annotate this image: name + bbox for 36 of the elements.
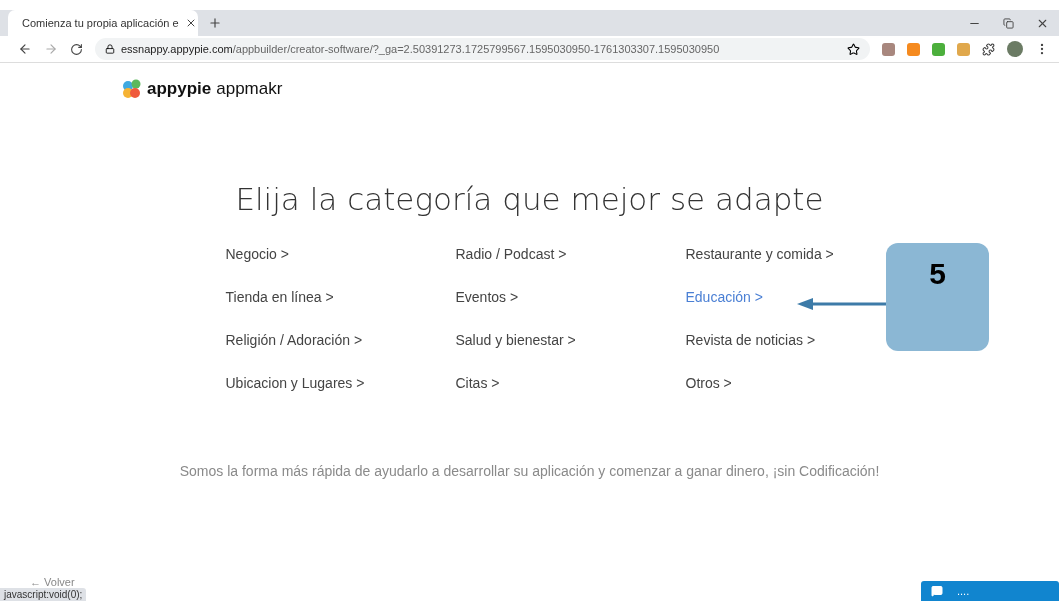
category-link[interactable]: Radio / Podcast > <box>455 243 567 266</box>
star-icon[interactable] <box>847 42 860 56</box>
category-link[interactable]: Religión / Adoración > <box>225 329 363 352</box>
chat-icon <box>931 585 943 597</box>
logo-icon <box>122 79 142 99</box>
category-link[interactable]: Salud y bienestar > <box>455 329 576 352</box>
extension-icon[interactable] <box>932 42 945 56</box>
category-link[interactable]: Otros > <box>685 372 732 395</box>
extension-icon[interactable] <box>882 42 895 56</box>
page-heading: Elija la categoría que mejor se adapte <box>235 181 824 217</box>
category-link[interactable]: Eventos > <box>455 286 519 309</box>
category-link[interactable]: Tienda en línea > <box>225 286 334 309</box>
category-link[interactable]: Revista de noticias > <box>685 329 816 352</box>
tab-title: Comienza tu propia aplicación e <box>22 17 179 29</box>
puzzle-icon[interactable] <box>982 42 995 56</box>
new-tab-icon[interactable] <box>208 16 222 30</box>
back-link[interactable]: ← Volver <box>30 576 75 588</box>
tagline: Somos la forma más rápida de ayudarlo a desarrollar su aplicación y comenzar a ganar dinero, ¡sin Codificación! <box>179 463 880 479</box>
category-link[interactable]: Citas > <box>455 372 500 395</box>
category-link[interactable]: Ubicacion y Lugares > <box>225 372 365 395</box>
browser-tab[interactable]: Comienza tu propia aplicación e <box>8 10 198 36</box>
address-bar[interactable]: essnappy.appypie.com/appbuilder/creator-software/?_ga=2.50391273.1725799567.1595030950-1761303307.1595030950 <box>95 38 870 60</box>
restore-icon[interactable] <box>1003 16 1014 30</box>
category-link[interactable]: Restaurante y comida > <box>685 243 834 266</box>
lock-icon <box>105 44 115 54</box>
category-link[interactable]: Educación > <box>685 286 763 309</box>
chat-button[interactable]: .... <box>921 581 1059 601</box>
category-link[interactable]: Negocio > <box>225 243 289 266</box>
brand-name: appypie <box>147 79 212 99</box>
product-name: appmakr <box>216 79 283 99</box>
avatar[interactable] <box>1007 41 1023 57</box>
status-url: javascript:void(0); <box>0 588 87 601</box>
step-callout: 5 <box>886 243 989 351</box>
url-text: essnappy.appypie.com/appbuilder/creator-software/?_ga=2.50391273.1725799567.1595030950-1761303307.1595030950 <box>121 43 721 55</box>
back-arrow-icon[interactable] <box>18 42 32 56</box>
reload-icon[interactable] <box>70 42 83 56</box>
